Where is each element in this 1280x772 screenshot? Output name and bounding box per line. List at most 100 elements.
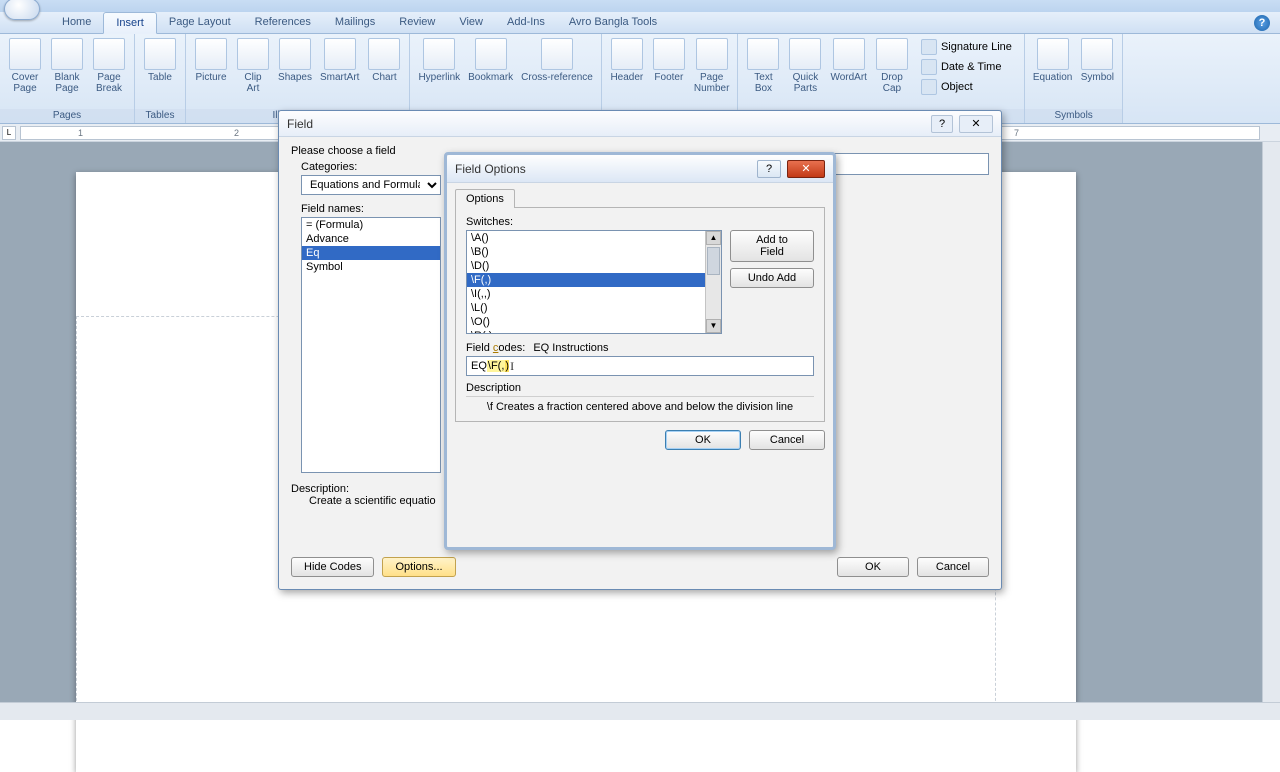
ribbon-small-label: Date & Time [941, 61, 1002, 73]
categories-select[interactable]: Equations and Formulas [301, 175, 441, 195]
switch-item[interactable]: \B() [467, 245, 705, 259]
field-codes-input[interactable]: EQ \F(,) [466, 356, 814, 376]
equation-button[interactable]: Equation [1029, 36, 1076, 85]
wordart-icon [833, 38, 865, 70]
drop-cap-button[interactable]: Drop Cap [871, 36, 913, 96]
ribbon-small-label: Signature Line [941, 41, 1012, 53]
ruler-number: 7 [1014, 128, 1019, 138]
cover-page-button[interactable]: Cover Page [4, 36, 46, 96]
wordart-button[interactable]: WordArt [826, 36, 871, 85]
switch-item[interactable]: \O() [467, 315, 705, 329]
header-icon [611, 38, 643, 70]
header-button[interactable]: Header [606, 36, 648, 85]
tab-insert[interactable]: Insert [103, 12, 157, 34]
switches-label: Switches: [466, 216, 814, 228]
horizontal-scrollbar[interactable] [0, 702, 1280, 720]
smartart-button[interactable]: SmartArt [316, 36, 363, 85]
switch-item[interactable]: \L() [467, 301, 705, 315]
office-button[interactable] [4, 0, 40, 20]
ribbon-button-label: Hyperlink [418, 72, 460, 83]
bookmark-button[interactable]: Bookmark [464, 36, 517, 85]
options-tab[interactable]: Options [455, 189, 515, 208]
footer-icon [653, 38, 685, 70]
switch-item[interactable]: \I(,,) [467, 287, 705, 301]
ruler-number: 2 [234, 128, 239, 138]
scroll-down-icon[interactable]: ▼ [706, 319, 721, 333]
undo-add-button[interactable]: Undo Add [730, 268, 814, 288]
ribbon-button-label: Blank Page [54, 72, 79, 94]
picture-button[interactable]: Picture [190, 36, 232, 85]
field-options-help-icon[interactable]: ? [757, 160, 781, 178]
help-icon[interactable]: ? [1254, 15, 1270, 31]
ribbon-button-label: Shapes [278, 72, 312, 83]
scroll-up-icon[interactable]: ▲ [706, 231, 721, 245]
page-number-button[interactable]: Page Number [690, 36, 734, 96]
field-name-item[interactable]: Symbol [302, 260, 440, 274]
blank-page-button[interactable]: Blank Page [46, 36, 88, 96]
field-options-ok-button[interactable]: OK [665, 430, 741, 450]
cross-reference-button[interactable]: Cross-reference [517, 36, 597, 85]
object-button[interactable]: Object [917, 78, 1016, 96]
field-options-title: Field Options [455, 162, 757, 176]
bookmark-icon [475, 38, 507, 70]
ribbon-button-label: Page Number [694, 72, 730, 94]
tab-avro-bangla-tools[interactable]: Avro Bangla Tools [557, 12, 669, 33]
tab-page-layout[interactable]: Page Layout [157, 12, 243, 33]
ribbon-tabs: HomeInsertPage LayoutReferencesMailingsR… [0, 12, 1280, 34]
ribbon-button-label: Symbol [1081, 72, 1114, 83]
tab-add-ins[interactable]: Add-Ins [495, 12, 557, 33]
page-break-button[interactable]: Page Break [88, 36, 130, 96]
hide-codes-button[interactable]: Hide Codes [291, 557, 374, 577]
switch-item[interactable]: \R(,) [467, 329, 705, 333]
switches-scrollbar[interactable]: ▲ ▼ [705, 231, 721, 333]
ribbon-button-label: Quick Parts [793, 72, 819, 94]
field-dialog-help-icon[interactable]: ? [931, 115, 953, 133]
field-names-listbox[interactable]: = (Formula)AdvanceEqSymbol [301, 217, 441, 473]
smartart-icon [324, 38, 356, 70]
signature-line-button[interactable]: Signature Line [917, 38, 1016, 56]
hyperlink-button[interactable]: Hyperlink [414, 36, 464, 85]
field-options-cancel-button[interactable]: Cancel [749, 430, 825, 450]
shapes-button[interactable]: Shapes [274, 36, 316, 85]
field-dialog-titlebar[interactable]: Field ? ✕ [279, 111, 1001, 137]
field-name-item[interactable]: = (Formula) [302, 218, 440, 232]
tab-review[interactable]: Review [387, 12, 447, 33]
ribbon-button-label: Table [148, 72, 172, 83]
options-button[interactable]: Options... [382, 557, 455, 577]
table-button[interactable]: Table [139, 36, 181, 85]
add-to-field-button[interactable]: Add to Field [730, 230, 814, 262]
field-name-item[interactable]: Advance [302, 232, 440, 246]
switches-listbox[interactable]: \A()\B()\D()\F(,)\I(,,)\L()\O()\R(,) ▲ ▼ [466, 230, 722, 334]
chart-button[interactable]: Chart [363, 36, 405, 85]
field-ok-button[interactable]: OK [837, 557, 909, 577]
ribbon-group-tables: Table Tables [135, 34, 186, 123]
scroll-thumb[interactable] [707, 247, 720, 275]
ribbon-group-label: Symbols [1025, 109, 1122, 123]
switch-item[interactable]: \F(,) [467, 273, 705, 287]
tab-home[interactable]: Home [50, 12, 103, 33]
footer-button[interactable]: Footer [648, 36, 690, 85]
tab-references[interactable]: References [243, 12, 323, 33]
switch-item[interactable]: \A() [467, 231, 705, 245]
field-name-item[interactable]: Eq [302, 246, 440, 260]
text-box-button[interactable]: Text Box [742, 36, 784, 96]
vertical-scrollbar[interactable] [1262, 142, 1280, 702]
ribbon-button-label: Equation [1033, 72, 1072, 83]
quick-parts-button[interactable]: Quick Parts [784, 36, 826, 96]
symbol-button[interactable]: Symbol [1076, 36, 1118, 85]
tab-view[interactable]: View [447, 12, 495, 33]
blank-page-icon [51, 38, 83, 70]
field-dialog-close-icon[interactable]: ✕ [959, 115, 993, 133]
switch-item[interactable]: \D() [467, 259, 705, 273]
field-cancel-button[interactable]: Cancel [917, 557, 989, 577]
field-options-titlebar[interactable]: Field Options ? ✕ [447, 155, 833, 183]
tab-selector[interactable]: L [2, 126, 16, 140]
ribbon-button-label: Cross-reference [521, 72, 593, 83]
ribbon-group-label: Tables [135, 109, 185, 123]
field-options-close-icon[interactable]: ✕ [787, 160, 825, 178]
clip-art-icon [237, 38, 269, 70]
tab-mailings[interactable]: Mailings [323, 12, 387, 33]
clip-art-button[interactable]: Clip Art [232, 36, 274, 96]
chart-icon [368, 38, 400, 70]
date-time-button[interactable]: Date & Time [917, 58, 1016, 76]
